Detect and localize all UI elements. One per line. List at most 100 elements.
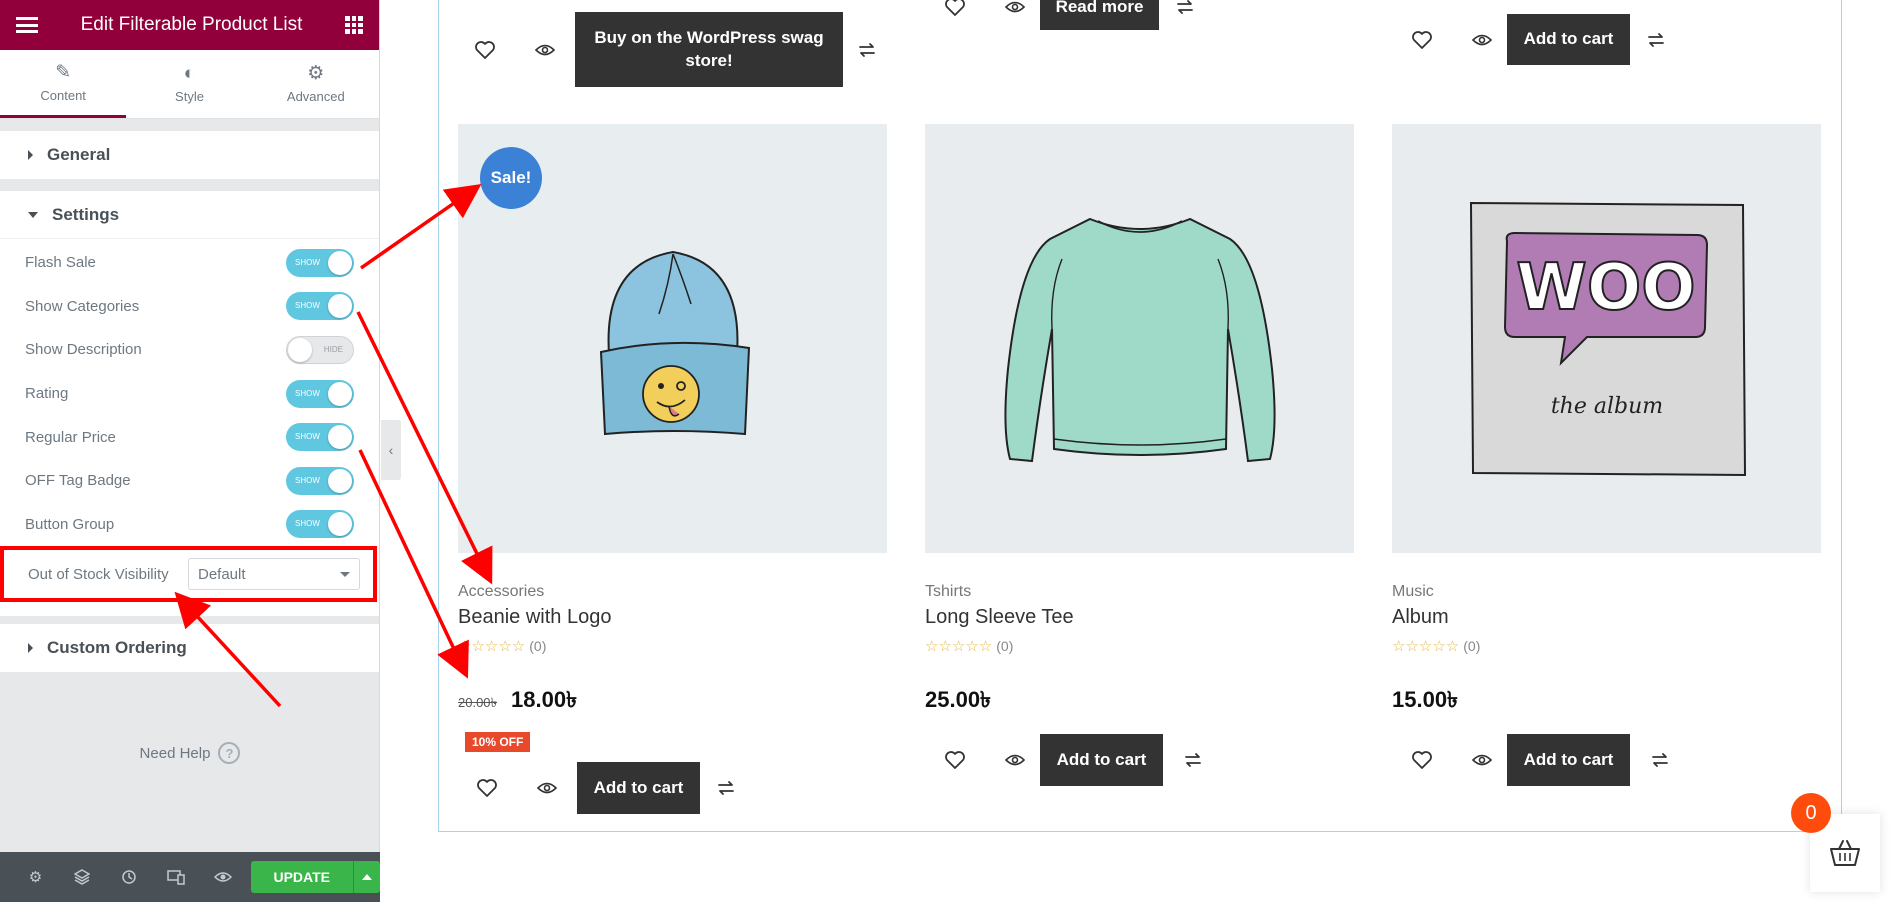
control-label: Regular Price: [25, 428, 116, 446]
heart-icon[interactable]: [1402, 740, 1442, 780]
add-to-cart-button[interactable]: Add to cart: [1507, 734, 1630, 786]
control-label: Show Categories: [25, 297, 140, 315]
product-category[interactable]: Tshirts: [925, 583, 1354, 601]
select-value: Default: [198, 565, 246, 583]
section-custom-ordering[interactable]: Custom Ordering: [0, 624, 379, 673]
product-name[interactable]: Album: [1392, 606, 1821, 629]
layers-icon[interactable]: [59, 869, 106, 885]
eye-icon[interactable]: [995, 740, 1035, 780]
responsive-mode-icon[interactable]: [153, 869, 200, 885]
show-categories-toggle[interactable]: SHOW: [286, 292, 354, 321]
chevron-down-icon: [340, 571, 350, 577]
caret-down-icon: [28, 211, 38, 218]
need-help-link[interactable]: Need Help ?: [0, 742, 380, 764]
section-custom-ordering-label: Custom Ordering: [47, 638, 187, 658]
sale-badge: Sale!: [480, 147, 542, 209]
collapse-panel-button[interactable]: ‹: [381, 420, 401, 480]
preview-eye-icon[interactable]: [200, 870, 247, 884]
tab-style[interactable]: ◐ Style: [126, 50, 252, 118]
compare-icon[interactable]: [706, 768, 746, 808]
show-description-toggle[interactable]: HIDE: [286, 335, 354, 364]
top-row-actions-1: Buy on the WordPress swag store!: [465, 12, 887, 87]
product-name[interactable]: Long Sleeve Tee: [925, 606, 1354, 629]
section-settings[interactable]: Settings: [0, 191, 379, 239]
tab-advanced-label: Advanced: [286, 89, 345, 104]
album-logo-text: WOO: [1516, 251, 1695, 325]
history-icon[interactable]: [106, 869, 153, 885]
tab-advanced[interactable]: ⚙ Advanced: [253, 50, 379, 118]
caret-right-icon: [28, 643, 33, 654]
out-of-stock-label: Out of Stock Visibility: [28, 565, 169, 583]
beanie-image: [599, 250, 750, 435]
update-button[interactable]: UPDATE: [250, 861, 353, 893]
product-name[interactable]: Beanie with Logo: [458, 606, 887, 629]
eye-icon[interactable]: [527, 768, 567, 808]
product-category[interactable]: Accessories: [458, 583, 887, 601]
eye-icon[interactable]: [525, 30, 565, 70]
top-row-actions-3: Add to cart: [1402, 14, 1676, 65]
read-more-button[interactable]: Read more: [1040, 0, 1159, 30]
tab-content-label: Content: [40, 87, 86, 103]
product-image[interactable]: WOO the album: [1392, 124, 1821, 553]
pencil-icon: ✎: [55, 61, 72, 83]
off-tag-badge-toggle[interactable]: SHOW: [286, 466, 354, 495]
product-image[interactable]: [925, 124, 1354, 553]
eye-icon[interactable]: [995, 0, 1035, 27]
button-group-toggle[interactable]: SHOW: [286, 510, 354, 539]
control-rating: Rating SHOW: [0, 372, 379, 416]
widgets-grid-icon[interactable]: [344, 16, 363, 34]
menu-icon[interactable]: [16, 17, 38, 33]
chevron-left-icon: ‹: [388, 442, 394, 458]
add-to-cart-button[interactable]: Add to cart: [577, 762, 700, 814]
heart-icon[interactable]: [935, 0, 975, 27]
compare-icon[interactable]: [1173, 740, 1213, 780]
settings-gear-icon[interactable]: ⚙: [12, 868, 59, 886]
flash-sale-toggle[interactable]: SHOW: [286, 248, 354, 277]
out-of-stock-select[interactable]: Default: [188, 558, 360, 591]
rating-toggle[interactable]: SHOW: [286, 379, 354, 408]
star-icons: ☆☆☆☆☆: [458, 638, 526, 655]
product-card: WOO the album Music Album ☆☆☆☆☆ (0) 15.00…: [1392, 124, 1821, 786]
product-category[interactable]: Music: [1392, 583, 1821, 601]
out-of-stock-control: Out of Stock Visibility Default: [0, 546, 377, 603]
add-to-cart-button[interactable]: Add to cart: [1507, 14, 1630, 65]
rating-stars: ☆☆☆☆☆ (0): [458, 637, 887, 655]
editor-tabs: ✎ Content ◐ Style ⚙ Advanced: [0, 50, 379, 119]
control-label: Button Group: [25, 515, 115, 533]
heart-icon[interactable]: [1402, 20, 1442, 60]
button-group: Add to cart: [925, 734, 1354, 786]
rating-count: (0): [529, 638, 547, 654]
heart-icon[interactable]: [467, 768, 507, 808]
compare-icon[interactable]: [1640, 740, 1680, 780]
editor-title: Edit Filterable Product List: [80, 14, 303, 35]
button-group: Add to cart: [458, 762, 887, 814]
need-help-label: Need Help: [139, 744, 211, 762]
off-tag-badge: 10% OFF: [465, 732, 531, 752]
control-label: Flash Sale: [25, 254, 96, 272]
rating-count: (0): [996, 638, 1014, 654]
product-image[interactable]: Sale!: [458, 124, 887, 553]
buy-swag-store-button[interactable]: Buy on the WordPress swag store!: [575, 12, 843, 87]
heart-icon[interactable]: [465, 30, 505, 70]
heart-icon[interactable]: [935, 740, 975, 780]
control-label: Rating: [25, 385, 69, 403]
compare-icon[interactable]: [847, 30, 887, 70]
add-to-cart-button[interactable]: Add to cart: [1040, 734, 1163, 786]
section-general[interactable]: General: [0, 131, 379, 179]
eye-icon[interactable]: [1462, 20, 1502, 60]
compare-icon[interactable]: [1165, 0, 1205, 27]
regular-price-toggle[interactable]: SHOW: [286, 423, 354, 452]
price: 25.00৳: [925, 687, 992, 712]
album-caption: the album: [1550, 394, 1662, 419]
rating-stars: ☆☆☆☆☆ (0): [1392, 637, 1821, 655]
star-icons: ☆☆☆☆☆: [1392, 638, 1460, 655]
regular-price: 20.00৳: [458, 695, 498, 710]
compare-icon[interactable]: [1636, 20, 1676, 60]
update-options-button[interactable]: [352, 861, 381, 893]
question-icon: ?: [218, 742, 241, 764]
tab-style-label: Style: [175, 89, 204, 104]
eye-icon[interactable]: [1462, 740, 1502, 780]
sale-price: 18.00৳: [511, 687, 578, 712]
tab-content[interactable]: ✎ Content: [0, 50, 127, 118]
long-sleeve-tee-image: [1003, 217, 1276, 462]
